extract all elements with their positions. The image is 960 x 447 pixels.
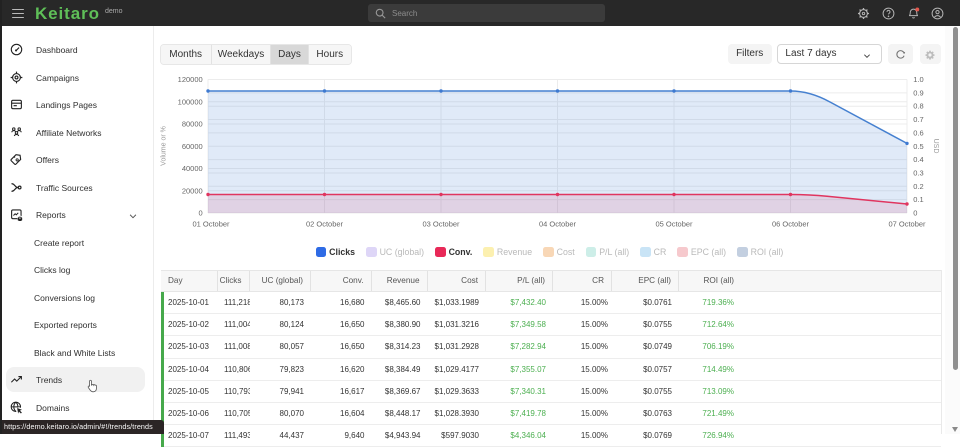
svg-text:0.8: 0.8 — [913, 102, 923, 111]
svg-text:1.0: 1.0 — [913, 75, 923, 84]
svg-text:USD: USD — [932, 139, 939, 154]
svg-text:20000: 20000 — [182, 186, 203, 195]
svg-text:0.9: 0.9 — [913, 88, 923, 97]
svg-text:01 October: 01 October — [192, 220, 230, 229]
svg-text:0.2: 0.2 — [913, 182, 923, 191]
svg-text:07 October: 07 October — [888, 220, 926, 229]
svg-text:60000: 60000 — [182, 142, 203, 151]
svg-text:80000: 80000 — [182, 120, 203, 129]
svg-text:04 October: 04 October — [539, 220, 577, 229]
svg-text:0: 0 — [199, 209, 203, 218]
svg-text:0.4: 0.4 — [913, 155, 923, 164]
svg-text:03 October: 03 October — [422, 220, 460, 229]
svg-text:0.5: 0.5 — [913, 142, 923, 151]
svg-text:06 October: 06 October — [772, 220, 810, 229]
svg-text:Volume or %: Volume or % — [161, 126, 168, 166]
svg-text:40000: 40000 — [182, 164, 203, 173]
svg-text:0.6: 0.6 — [913, 128, 923, 137]
svg-text:120000: 120000 — [178, 75, 203, 84]
svg-text:0.1: 0.1 — [913, 195, 923, 204]
svg-text:100000: 100000 — [178, 97, 203, 106]
svg-text:02 October: 02 October — [306, 220, 344, 229]
svg-text:0.7: 0.7 — [913, 115, 923, 124]
svg-text:0: 0 — [913, 209, 917, 218]
svg-text:05 October: 05 October — [655, 220, 693, 229]
svg-text:0.3: 0.3 — [913, 168, 923, 177]
